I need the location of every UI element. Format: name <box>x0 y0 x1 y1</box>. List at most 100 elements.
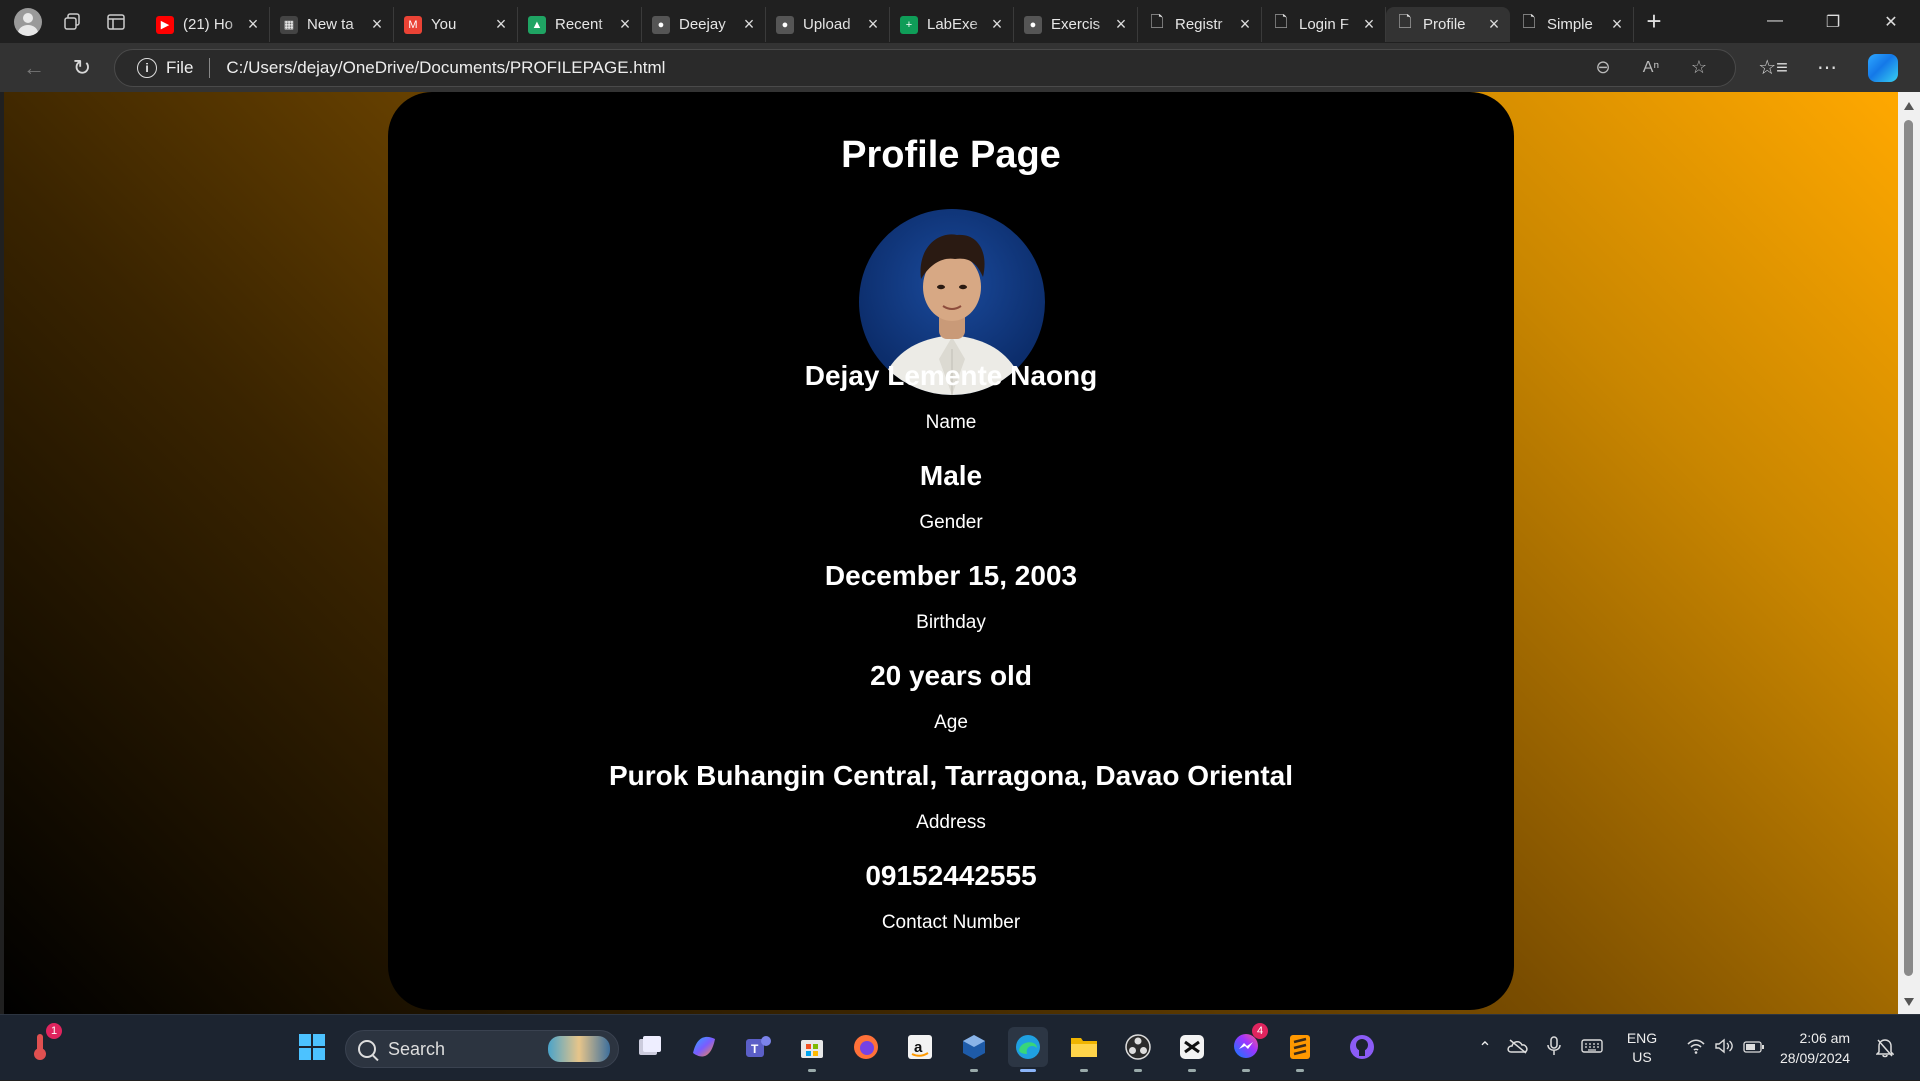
windows-taskbar: 1 Search T a 4 ⌃ ENG US 2:06 am 28/09/20… <box>0 1014 1920 1080</box>
tab-close-icon[interactable]: × <box>1609 14 1625 35</box>
copilot-icon[interactable] <box>1868 53 1898 82</box>
amazon-icon[interactable]: a <box>900 1027 940 1067</box>
weather-widget[interactable]: 1 <box>20 1023 62 1067</box>
tab-title: Deejay <box>679 16 726 33</box>
tab-close-icon[interactable]: × <box>865 14 881 35</box>
github-desktop-icon[interactable] <box>1342 1027 1382 1067</box>
running-indicator <box>1134 1069 1142 1072</box>
tab-close-icon[interactable]: × <box>741 14 757 35</box>
tab-strip: ▶ (21) Ho × ▦ New ta × M You × ▲ Recent × ● Deejay × ● U… <box>146 0 1634 43</box>
tab-close-icon[interactable]: × <box>1113 14 1129 35</box>
page-scrollbar[interactable] <box>1898 92 1920 1014</box>
tab-close-icon[interactable]: × <box>1486 14 1502 35</box>
back-button[interactable]: ← <box>10 48 58 88</box>
profile-age-value: 20 years old <box>870 660 1032 691</box>
browser-tab[interactable]: 🗋 Registr × <box>1138 7 1262 42</box>
browser-tab[interactable]: M You × <box>394 7 518 42</box>
browser-tab-bar: ▶ (21) Ho × ▦ New ta × M You × ▲ Recent × ● Deejay × ● U… <box>0 0 1920 43</box>
browser-tab[interactable]: ● Exercis × <box>1014 7 1138 42</box>
start-button[interactable] <box>292 1027 332 1067</box>
browser-tab[interactable]: + LabExe × <box>890 7 1014 42</box>
tab-close-icon[interactable]: × <box>1361 14 1377 35</box>
browser-tab[interactable]: ▲ Recent × <box>518 7 642 42</box>
minimize-button[interactable]: — <box>1746 12 1804 32</box>
tab-close-icon[interactable]: × <box>989 14 1005 35</box>
running-indicator <box>970 1069 978 1072</box>
browser-tab[interactable]: ▶ (21) Ho × <box>146 7 270 42</box>
microphone-icon[interactable] <box>1536 1036 1572 1060</box>
browser-tab[interactable]: ▦ New ta × <box>270 7 394 42</box>
clock[interactable]: 2:06 am 28/09/2024 <box>1780 1015 1850 1081</box>
search-placeholder: Search <box>388 1038 446 1059</box>
search-icon <box>358 1040 376 1058</box>
favorite-star-icon[interactable]: ☆ <box>1675 57 1723 78</box>
obs-icon[interactable] <box>1118 1027 1158 1072</box>
windows-logo-icon <box>299 1034 325 1060</box>
tab-title: New ta <box>307 16 354 33</box>
taskbar-search-input[interactable]: Search <box>345 1030 619 1068</box>
quick-settings[interactable] <box>1682 1015 1770 1081</box>
sublime-text-icon[interactable] <box>1280 1027 1320 1072</box>
restore-button[interactable]: ❐ <box>1804 12 1862 32</box>
profile-avatar-button[interactable] <box>6 0 50 43</box>
profile-birthday-label: Birthday <box>916 612 986 633</box>
file-explorer-icon[interactable] <box>1064 1027 1104 1072</box>
tab-title: Login F <box>1299 16 1350 33</box>
language-indicator[interactable]: ENG US <box>1612 1029 1672 1067</box>
scroll-up-arrow[interactable] <box>1904 102 1914 110</box>
browser-tab[interactable]: 🗋 Simple × <box>1510 7 1634 42</box>
capcut-icon[interactable] <box>1172 1027 1212 1072</box>
onedrive-icon[interactable] <box>1500 1038 1536 1058</box>
read-aloud-icon[interactable]: Aⁿ <box>1627 59 1675 77</box>
task-view-icon[interactable] <box>630 1027 670 1067</box>
tab-title: Exercis <box>1051 16 1101 33</box>
workspaces-icon[interactable] <box>50 0 94 43</box>
address-bar[interactable]: i File C:/Users/dejay/OneDrive/Documents… <box>114 48 1736 87</box>
profile-contact-number-label: Contact Number <box>881 912 1021 933</box>
virtualbox-icon[interactable] <box>954 1027 994 1072</box>
edge-icon[interactable] <box>1008 1027 1048 1072</box>
scroll-thumb[interactable] <box>1904 120 1913 976</box>
site-info-icon[interactable]: i <box>137 57 157 78</box>
profile-contact-number-value: 09152442555 <box>865 860 1037 891</box>
file-icon: 🗋 <box>1398 14 1412 31</box>
browser-tab[interactable]: ● Deejay × <box>642 7 766 42</box>
tab-close-icon[interactable]: × <box>617 14 633 35</box>
running-indicator <box>1080 1069 1088 1072</box>
tab-close-icon[interactable]: × <box>245 14 261 35</box>
notifications-button[interactable] <box>1876 1015 1894 1081</box>
zoom-out-icon[interactable]: ⊖ <box>1579 57 1627 78</box>
browser-tab[interactable]: ● Upload × <box>766 7 890 42</box>
tab-close-icon[interactable]: × <box>369 14 385 35</box>
scroll-down-arrow[interactable] <box>1904 998 1914 1006</box>
profile-age-label: Age <box>934 712 968 733</box>
browser-tab[interactable]: 🗋 Login F × <box>1262 7 1386 42</box>
microsoft-store-icon[interactable] <box>792 1027 832 1072</box>
wifi-icon <box>1682 1038 1710 1058</box>
page-viewport: Profile Page Dejay Lemente Naong Name Ma… <box>4 92 1898 1014</box>
teams-icon[interactable]: T <box>738 1027 778 1067</box>
weather-badge: 1 <box>46 1023 62 1039</box>
svg-text:T: T <box>751 1042 759 1056</box>
firefox-icon[interactable] <box>846 1027 886 1067</box>
more-menu-icon[interactable]: ⋯ <box>1800 55 1854 80</box>
github-icon: ● <box>776 15 794 34</box>
search-highlight-icon <box>548 1036 610 1062</box>
vertical-tabs-icon[interactable] <box>94 0 138 43</box>
region-code: US <box>1632 1049 1652 1065</box>
refresh-button[interactable]: ↻ <box>58 48 106 88</box>
url-text[interactable]: C:/Users/dejay/OneDrive/Documents/PROFIL… <box>226 58 1579 78</box>
show-hidden-icons-chevron[interactable]: ⌃ <box>1470 1038 1500 1058</box>
new-tab-button[interactable]: + <box>1634 6 1674 37</box>
copilot-app-icon[interactable] <box>684 1027 724 1067</box>
touch-keyboard-icon[interactable] <box>1572 1038 1612 1058</box>
browser-tab[interactable]: 🗋 Profile × <box>1386 7 1510 42</box>
tab-close-icon[interactable]: × <box>493 14 509 35</box>
tab-title: LabExe <box>927 16 978 33</box>
messenger-icon[interactable]: 4 <box>1226 1023 1268 1072</box>
profile-card: Profile Page Dejay Lemente Naong Name Ma… <box>388 92 1514 1010</box>
close-window-button[interactable]: ✕ <box>1862 12 1920 32</box>
clock-date: 28/09/2024 <box>1780 1050 1851 1066</box>
tab-close-icon[interactable]: × <box>1237 14 1253 35</box>
favorites-icon[interactable]: ☆≡ <box>1746 55 1800 80</box>
